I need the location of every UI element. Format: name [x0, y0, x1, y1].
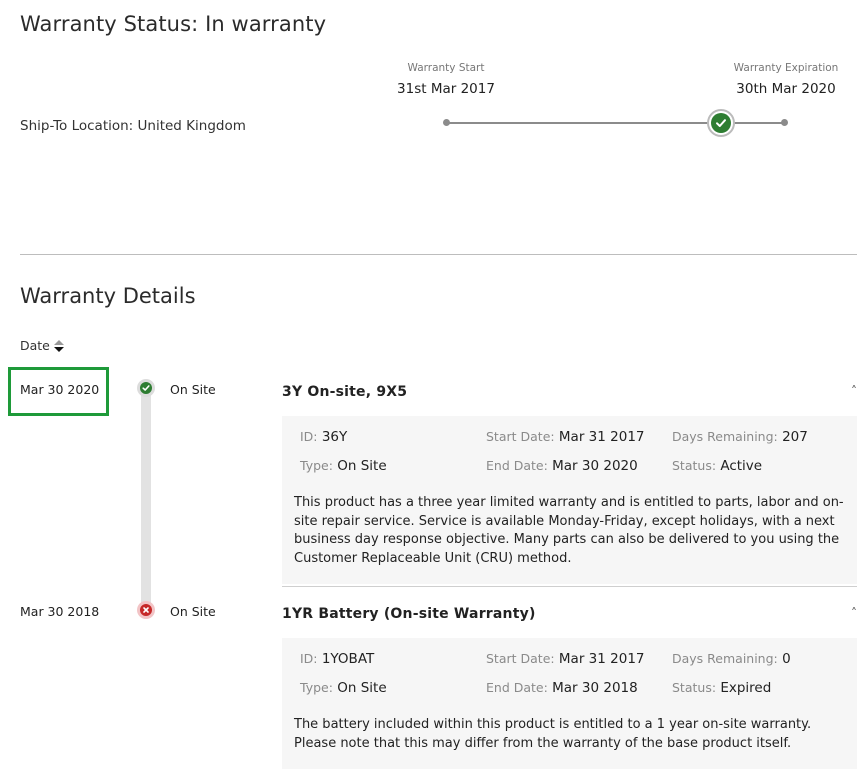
status-value: Active — [720, 458, 763, 474]
check-circle-icon — [711, 113, 731, 133]
warranty-expiration-label: Warranty Expiration — [733, 62, 839, 74]
end-date-value: Mar 30 2018 — [552, 680, 638, 696]
start-date-value: Mar 31 2017 — [558, 651, 645, 667]
days-remaining-field: Days Remaining: 0 — [672, 651, 791, 667]
id-field: ID: 36Y — [300, 429, 347, 445]
warranty-progress-track — [446, 122, 786, 124]
current-position-marker — [707, 109, 735, 137]
warranty-start-label: Warranty Start — [407, 62, 485, 74]
status-label: Status: — [672, 680, 717, 695]
collapse-icon[interactable]: ˄ — [851, 606, 857, 620]
type-value: On Site — [337, 680, 387, 696]
end-date-label: End Date: — [486, 458, 548, 473]
warranty-start-date: 31st Mar 2017 — [397, 81, 495, 97]
id-label: ID: — [300, 651, 318, 666]
status-value: Expired — [720, 680, 772, 696]
type-field: Type: On Site — [300, 458, 387, 474]
start-dot — [443, 119, 450, 126]
date-sort-header[interactable]: Date — [20, 338, 64, 353]
days-remaining-field: Days Remaining: 207 — [672, 429, 808, 445]
highlight-box — [8, 367, 109, 416]
check-circle-icon — [137, 379, 155, 397]
status-label: Status: — [672, 458, 717, 473]
section-divider — [20, 254, 857, 255]
end-date-field: End Date: Mar 30 2020 — [486, 458, 638, 474]
end-dot — [781, 119, 788, 126]
start-date-label: Start Date: — [486, 429, 555, 444]
warranty-expiration-date: 30th Mar 2020 — [736, 81, 836, 97]
days-remaining-value: 207 — [782, 429, 808, 445]
id-value: 1YOBAT — [321, 651, 375, 667]
id-field: ID: 1YOBAT — [300, 651, 374, 667]
date-sort-label: Date — [20, 338, 50, 353]
days-remaining-value: 0 — [782, 651, 791, 667]
status-field: Status: Active — [672, 458, 762, 474]
type-label: Type: — [300, 458, 333, 473]
page-title: Warranty Status: In warranty — [20, 12, 327, 36]
warranty-details-heading: Warranty Details — [20, 284, 196, 308]
sort-arrows-icon[interactable] — [53, 339, 64, 352]
type-value: On Site — [337, 458, 387, 474]
type-field: Type: On Site — [300, 680, 387, 696]
row-type: On Site — [170, 382, 216, 397]
end-date-field: End Date: Mar 30 2018 — [486, 680, 638, 696]
end-date-value: Mar 30 2020 — [552, 458, 638, 474]
x-circle-icon — [137, 601, 155, 619]
start-date-field: Start Date: Mar 31 2017 — [486, 429, 645, 445]
warranty-description: The battery included within this product… — [294, 717, 812, 751]
start-date-field: Start Date: Mar 31 2017 — [486, 651, 645, 667]
id-label: ID: — [300, 429, 318, 444]
start-date-value: Mar 31 2017 — [558, 429, 645, 445]
type-label: Type: — [300, 680, 333, 695]
start-date-label: Start Date: — [486, 651, 555, 666]
row-separator — [282, 586, 857, 587]
days-remaining-label: Days Remaining: — [672, 651, 778, 666]
warranty-description: This product has a three year limited wa… — [294, 495, 844, 566]
warranty-name[interactable]: 1YR Battery (On-site Warranty) — [282, 606, 536, 622]
row-type: On Site — [170, 604, 216, 619]
id-value: 36Y — [321, 429, 348, 445]
status-field: Status: Expired — [672, 680, 771, 696]
ship-to-location: Ship-To Location: United Kingdom — [20, 118, 246, 134]
timeline-bar — [141, 384, 151, 614]
warranty-name[interactable]: 3Y On-site, 9X5 — [282, 384, 407, 400]
collapse-icon[interactable]: ˄ — [851, 384, 857, 398]
days-remaining-label: Days Remaining: — [672, 429, 778, 444]
end-date-label: End Date: — [486, 680, 548, 695]
row-date: Mar 30 2018 — [20, 604, 100, 619]
